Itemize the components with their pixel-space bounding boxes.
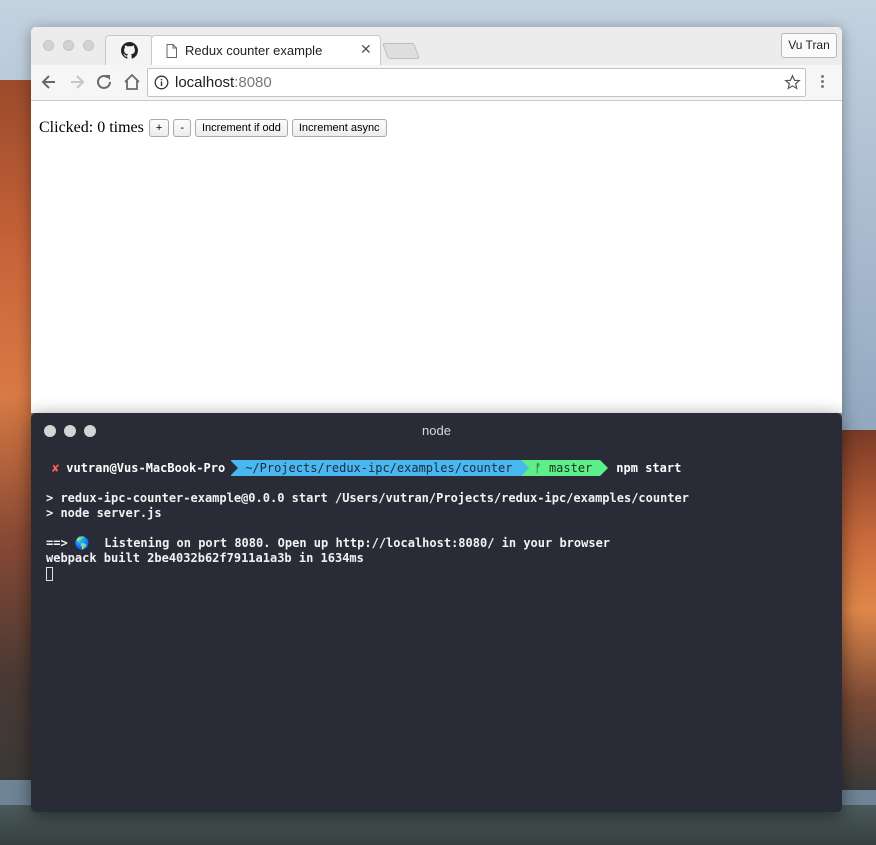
github-icon	[121, 42, 138, 59]
tab-close-icon[interactable]: ✕	[360, 41, 372, 58]
url-host: localhost	[175, 74, 235, 91]
minimize-window-button[interactable]	[63, 40, 74, 51]
wallpaper-cliff-left	[0, 80, 34, 780]
cursor-line	[46, 566, 836, 581]
profile-button[interactable]: Vu Tran	[781, 33, 837, 58]
close-window-button[interactable]	[43, 40, 54, 51]
url-text[interactable]: localhost:8080	[175, 74, 272, 91]
terminal-titlebar: node	[31, 413, 842, 449]
maximize-window-button[interactable]	[83, 40, 94, 51]
info-icon[interactable]	[154, 75, 169, 90]
bookmark-star-icon[interactable]	[784, 74, 801, 91]
increment-if-odd-button[interactable]: Increment if odd	[194, 119, 288, 137]
url-port: :8080	[234, 74, 272, 91]
prompt-user-host: vutran@Vus-MacBook-Pro	[66, 460, 226, 475]
increment-button[interactable]: +	[148, 119, 170, 137]
prompt-command: npm start	[616, 460, 682, 475]
page-content: Clicked: 0 times + - Increment if odd In…	[31, 102, 842, 413]
forward-arrow-icon[interactable]	[67, 72, 87, 92]
decrement-button[interactable]: -	[173, 119, 191, 137]
output-line: > node server.js	[46, 506, 162, 520]
terminal-cursor	[46, 566, 53, 581]
terminal-output: ✘ vutran@Vus-MacBook-Pro ~/Projects/redu…	[46, 459, 836, 581]
branch-icon: ᚠ	[534, 460, 542, 475]
prompt-path-segment: ~/Projects/redux-ipc/examples/counter	[230, 459, 529, 476]
prompt-git-segment: ᚠ master	[520, 459, 609, 476]
tab-redux-counter[interactable]: Redux counter example ✕	[151, 35, 381, 66]
prompt-branch: master	[548, 460, 593, 475]
terminal-window[interactable]: node ✘ vutran@Vus-MacBook-Pro ~/Projects…	[31, 413, 842, 812]
tab-github[interactable]	[105, 35, 153, 65]
error-status-mark: ✘	[52, 460, 60, 475]
counter-row: Clicked: 0 times + - Increment if odd In…	[39, 119, 391, 137]
output-line: ==> 🌎 Listening on port 8080. Open up ht…	[46, 536, 611, 550]
shell-prompt: ✘ vutran@Vus-MacBook-Pro ~/Projects/redu…	[46, 459, 836, 476]
new-tab-button[interactable]	[382, 43, 420, 59]
reload-icon[interactable]	[94, 72, 114, 92]
wallpaper-cliff-right	[840, 430, 876, 790]
browser-menu-icon[interactable]	[816, 73, 828, 93]
home-icon[interactable]	[122, 72, 142, 92]
browser-window: Redux counter example ✕ Vu Tran localhos…	[31, 27, 842, 413]
clicked-count-text: Clicked: 0 times	[39, 119, 144, 136]
output-line: > redux-ipc-counter-example@0.0.0 start …	[46, 491, 689, 505]
browser-toolbar: localhost:8080	[31, 65, 842, 101]
tab-title: Redux counter example	[185, 43, 323, 58]
address-bar[interactable]: localhost:8080	[147, 68, 806, 97]
back-arrow-icon[interactable]	[39, 72, 59, 92]
increment-async-button[interactable]: Increment async	[291, 119, 387, 137]
tab-strip: Redux counter example ✕ Vu Tran	[31, 27, 842, 66]
prompt-path: ~/Projects/redux-ipc/examples/counter	[245, 460, 513, 475]
terminal-title: node	[422, 423, 451, 438]
document-icon	[166, 44, 177, 58]
output-line: webpack built 2be4032b62f7911a1a3b in 16…	[46, 551, 364, 565]
